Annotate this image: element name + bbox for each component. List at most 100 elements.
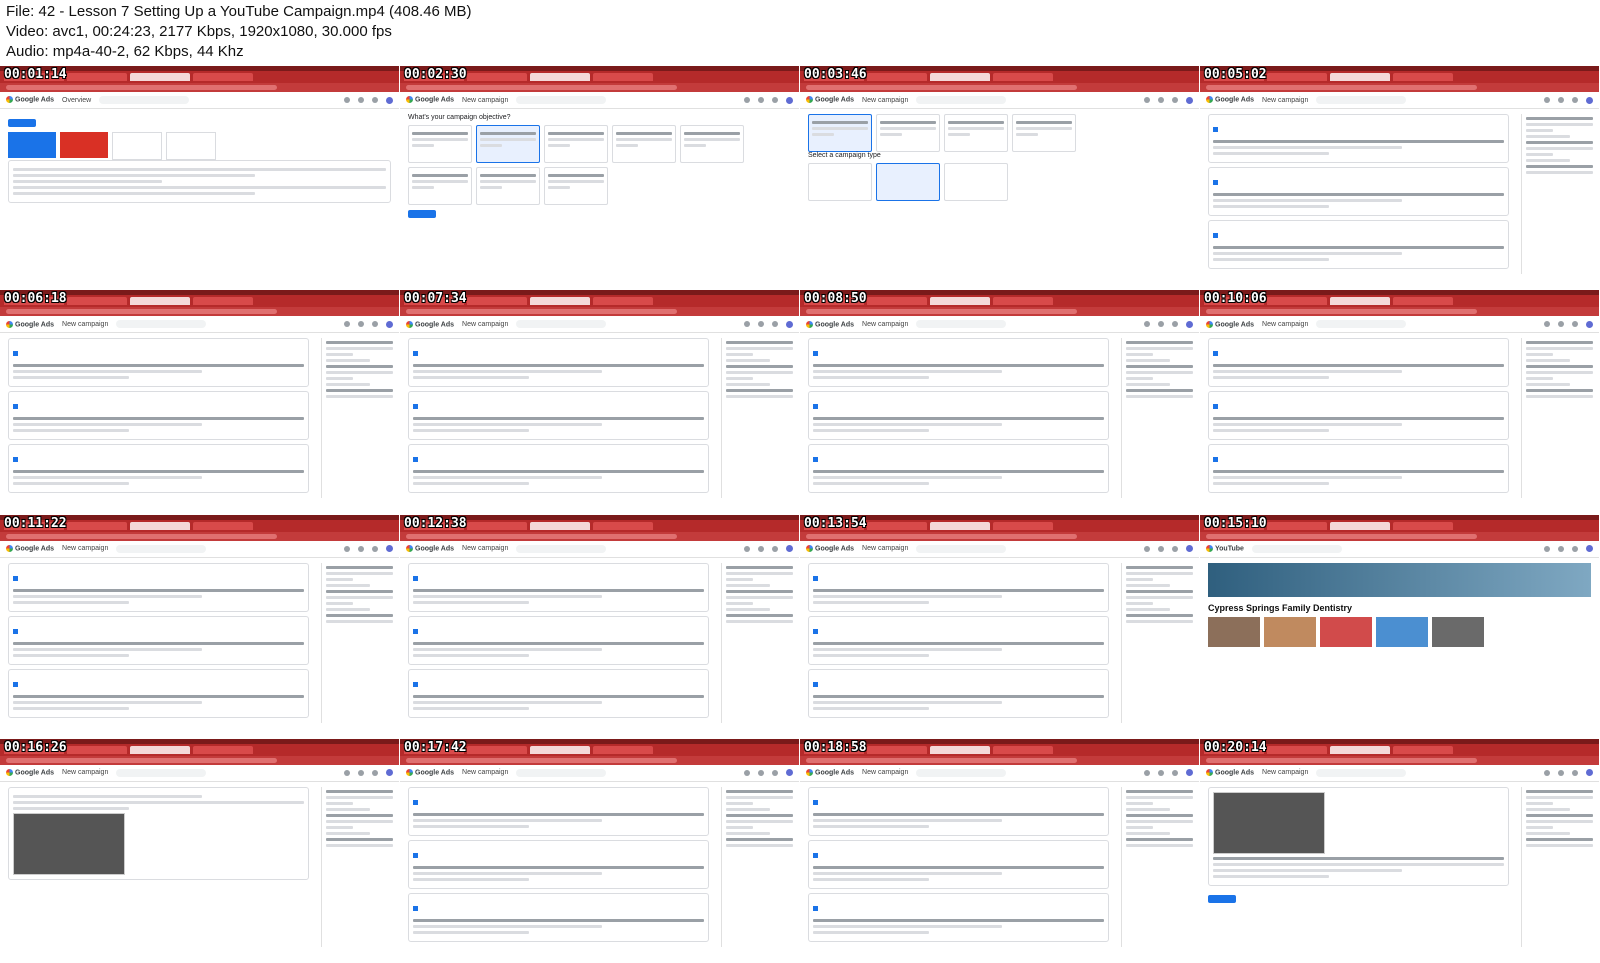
browser-tab[interactable] xyxy=(193,73,253,81)
browser-tab[interactable] xyxy=(867,73,927,81)
bell-icon[interactable] xyxy=(1558,769,1564,776)
checkbox[interactable] xyxy=(413,351,418,357)
address-bar[interactable] xyxy=(400,755,799,765)
help-icon[interactable] xyxy=(344,97,350,103)
help-icon[interactable] xyxy=(1544,97,1550,103)
browser-tab[interactable] xyxy=(1330,521,1390,530)
browser-tab[interactable] xyxy=(993,73,1053,81)
browser-tab[interactable] xyxy=(467,521,527,530)
checkbox-row[interactable] xyxy=(413,568,704,586)
metric-card[interactable] xyxy=(8,132,56,158)
checkbox[interactable] xyxy=(813,852,818,858)
browser-tab[interactable] xyxy=(1393,297,1453,306)
url-field[interactable] xyxy=(1206,533,1477,539)
video-thumbnail[interactable]: 00:11:22 Google Ads New campaign xyxy=(0,514,400,739)
browser-tab[interactable] xyxy=(193,297,253,306)
help-icon[interactable] xyxy=(744,97,750,103)
checkbox[interactable] xyxy=(1213,180,1218,185)
video-thumbnail[interactable] xyxy=(1376,616,1428,647)
url-field[interactable] xyxy=(406,533,677,539)
checkbox-row[interactable] xyxy=(813,674,1104,692)
search-input[interactable] xyxy=(116,544,207,553)
browser-tab[interactable] xyxy=(67,745,127,754)
browser-tab[interactable] xyxy=(67,297,127,306)
objective-card[interactable] xyxy=(808,114,872,152)
checkbox-row[interactable] xyxy=(813,568,1104,586)
url-field[interactable] xyxy=(1206,309,1477,315)
campaign-type-card[interactable] xyxy=(944,163,1008,201)
avatar[interactable] xyxy=(786,96,793,104)
video-thumbnail[interactable]: 00:17:42 Google Ads New campaign xyxy=(400,738,800,963)
checkbox-row[interactable] xyxy=(413,449,704,467)
settings-icon[interactable] xyxy=(772,769,778,776)
checkbox[interactable] xyxy=(813,404,818,410)
checkbox[interactable] xyxy=(813,628,818,634)
video-thumbnail[interactable]: 00:13:54 Google Ads New campaign xyxy=(800,514,1200,739)
video-thumbnail[interactable]: 00:02:30 Google Ads New campaign What's you… xyxy=(400,66,800,291)
video-thumbnail[interactable]: 00:10:06 Google Ads New campaign xyxy=(1200,290,1600,515)
browser-tab[interactable] xyxy=(1330,297,1390,306)
browser-tab[interactable] xyxy=(1393,73,1453,81)
address-bar[interactable] xyxy=(0,307,399,317)
objective-card[interactable] xyxy=(408,125,472,163)
checkbox[interactable] xyxy=(413,628,418,634)
settings-icon[interactable] xyxy=(372,769,378,776)
url-field[interactable] xyxy=(1206,757,1477,763)
bell-icon[interactable] xyxy=(758,97,764,103)
url-field[interactable] xyxy=(806,533,1077,539)
checkbox[interactable] xyxy=(13,404,18,410)
browser-tab[interactable] xyxy=(993,521,1053,530)
checkbox[interactable] xyxy=(413,575,418,581)
video-thumbnail[interactable]: 00:18:58 Google Ads New campaign xyxy=(800,738,1200,963)
address-bar[interactable] xyxy=(0,83,399,92)
url-field[interactable] xyxy=(406,85,677,90)
browser-tab[interactable] xyxy=(867,745,927,754)
avatar[interactable] xyxy=(1586,320,1593,328)
checkbox-row[interactable] xyxy=(1213,225,1504,243)
address-bar[interactable] xyxy=(800,531,1199,541)
checkbox-row[interactable] xyxy=(413,845,704,863)
help-icon[interactable] xyxy=(1144,545,1150,552)
browser-tab[interactable] xyxy=(867,521,927,530)
checkbox-row[interactable] xyxy=(13,621,304,639)
browser-tab[interactable] xyxy=(593,521,653,530)
bell-icon[interactable] xyxy=(1558,321,1564,328)
url-field[interactable] xyxy=(6,533,277,539)
url-field[interactable] xyxy=(806,309,1077,315)
bell-icon[interactable] xyxy=(1158,545,1164,552)
checkbox-row[interactable] xyxy=(813,449,1104,467)
address-bar[interactable] xyxy=(1200,755,1599,765)
objective-card[interactable] xyxy=(1012,114,1076,152)
checkbox-row[interactable] xyxy=(413,792,704,810)
campaign-type-card[interactable] xyxy=(808,163,872,201)
video-thumbnail[interactable] xyxy=(1208,616,1260,647)
address-bar[interactable] xyxy=(1200,307,1599,317)
checkbox[interactable] xyxy=(1213,457,1218,463)
checkbox[interactable] xyxy=(13,681,18,687)
new-campaign-button[interactable] xyxy=(8,119,36,127)
avatar[interactable] xyxy=(1586,96,1593,104)
checkbox-row[interactable] xyxy=(813,621,1104,639)
bell-icon[interactable] xyxy=(1158,97,1164,103)
settings-icon[interactable] xyxy=(1172,321,1178,328)
checkbox-row[interactable] xyxy=(13,396,304,414)
checkbox[interactable] xyxy=(813,351,818,357)
video-thumbnail[interactable]: 00:01:14 Google Ads Overview xyxy=(0,66,400,291)
checkbox-row[interactable] xyxy=(1213,396,1504,414)
objective-card[interactable] xyxy=(612,125,676,163)
settings-icon[interactable] xyxy=(1172,97,1178,103)
search-input[interactable] xyxy=(116,320,207,329)
url-field[interactable] xyxy=(6,757,277,763)
address-bar[interactable] xyxy=(1200,83,1599,92)
objective-card[interactable] xyxy=(944,114,1008,152)
bell-icon[interactable] xyxy=(358,545,364,552)
browser-tab[interactable] xyxy=(930,73,990,81)
bell-icon[interactable] xyxy=(758,321,764,328)
address-bar[interactable] xyxy=(400,307,799,317)
checkbox[interactable] xyxy=(1213,127,1218,132)
browser-tab[interactable] xyxy=(130,73,190,81)
browser-tab[interactable] xyxy=(1267,297,1327,306)
settings-icon[interactable] xyxy=(1172,769,1178,776)
browser-tab[interactable] xyxy=(930,297,990,306)
address-bar[interactable] xyxy=(1200,531,1599,541)
